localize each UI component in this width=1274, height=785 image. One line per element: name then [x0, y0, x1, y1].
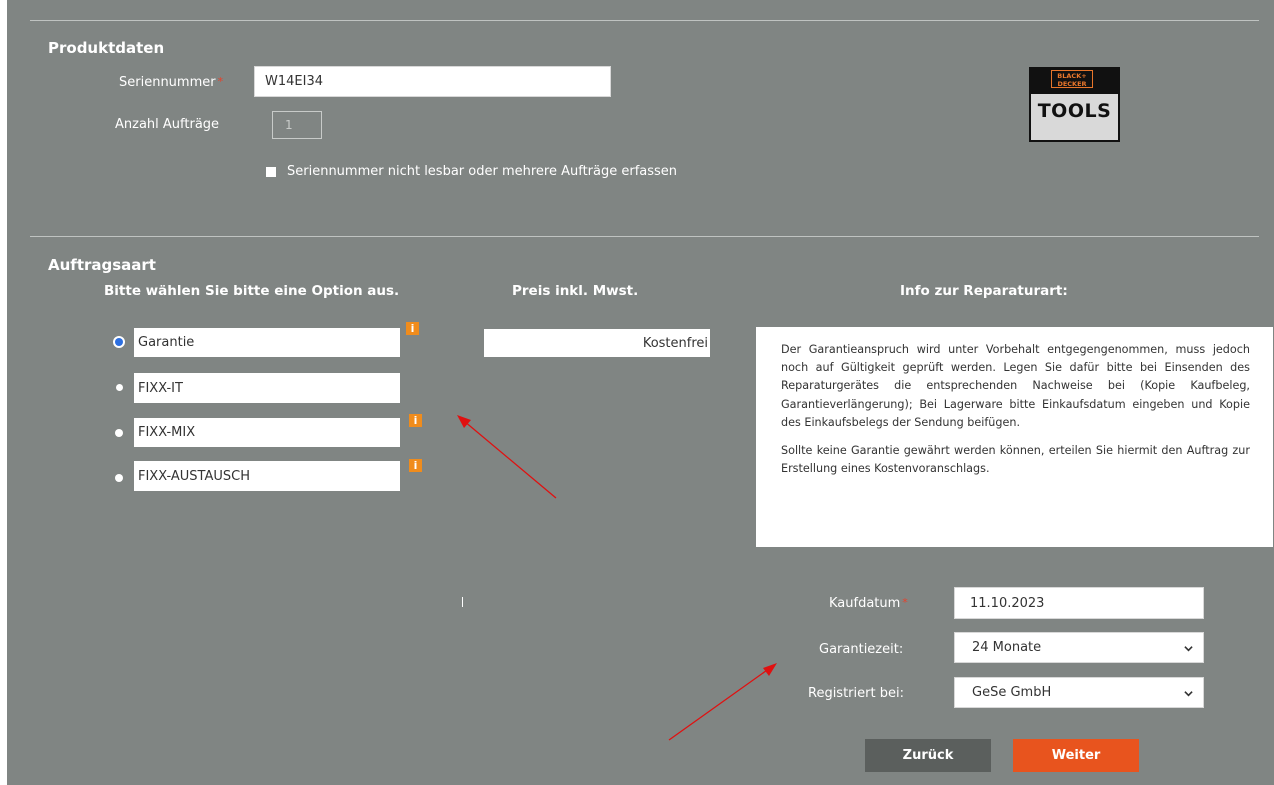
middle-divider	[30, 236, 1259, 237]
order-type-section-title: Auftragsaart	[48, 256, 156, 274]
options-heading: Bitte wählen Sie bitte eine Option aus.	[104, 283, 400, 299]
unreadable-serial-label[interactable]: Seriennummer nicht lesbar oder mehrere A…	[287, 164, 677, 179]
registered-label: Registriert bei:	[808, 686, 904, 701]
logo-brand-text: BLACK+ DECKER	[1051, 70, 1093, 88]
radio-fixx-austausch[interactable]	[115, 474, 123, 482]
info-icon[interactable]: i	[409, 459, 422, 472]
radio-fixx-mix[interactable]	[115, 429, 123, 437]
black-decker-tools-logo: BLACK+ DECKER TOOLS	[1029, 67, 1120, 142]
radio-garantie[interactable]	[113, 336, 125, 348]
option-fixx-mix[interactable]: FIXX-MIX	[134, 418, 400, 447]
warranty-select[interactable]: 24 Monate	[954, 632, 1204, 663]
info-icon[interactable]: i	[406, 322, 419, 335]
serial-label-text: Seriennummer	[119, 75, 216, 90]
required-mark: *	[902, 596, 908, 609]
orders-count-input: 1	[272, 111, 322, 139]
text-cursor	[462, 597, 463, 607]
option-fixx-austausch[interactable]: FIXX-AUSTAUSCH	[134, 461, 400, 491]
repair-type-info-box: Der Garantieanspruch wird unter Vorbehal…	[756, 327, 1273, 547]
unreadable-serial-checkbox[interactable]	[266, 167, 276, 177]
chevron-down-icon	[1184, 646, 1193, 652]
order-form-panel: Produktdaten Seriennummer * W14EI34 Anzah…	[7, 0, 1274, 785]
back-button[interactable]: Zurück	[865, 739, 991, 772]
info-paragraph: Der Garantieanspruch wird unter Vorbehal…	[781, 343, 1250, 429]
warranty-label: Garantiezeit:	[819, 642, 904, 657]
next-button[interactable]: Weiter	[1013, 739, 1139, 772]
option-fixx-it[interactable]: FIXX-IT	[134, 373, 400, 403]
purchase-date-label-text: Kaufdatum	[829, 596, 901, 611]
logo-tools-text: TOOLS	[1037, 100, 1112, 122]
chevron-down-icon	[1184, 691, 1193, 697]
info-paragraph: Sollte keine Garantie gewährt werden kön…	[781, 444, 1250, 476]
purchase-date-input[interactable]: 11.10.2023	[954, 587, 1204, 619]
price-heading: Preis inkl. Mwst.	[512, 283, 639, 299]
registered-select-value: GeSe GmbH	[972, 685, 1052, 700]
purchase-date-label: Kaufdatum *	[829, 596, 908, 611]
info-icon[interactable]: i	[409, 414, 422, 427]
price-field: Kostenfrei	[484, 329, 710, 357]
radio-fixx-it[interactable]	[116, 384, 123, 391]
required-mark: *	[217, 75, 224, 88]
info-heading: Info zur Reparaturart:	[900, 283, 1068, 299]
option-garantie[interactable]: Garantie	[134, 328, 400, 357]
orders-count-label: Anzahl Aufträge	[115, 117, 220, 132]
registered-select[interactable]: GeSe GmbH	[954, 677, 1204, 708]
warranty-select-value: 24 Monate	[972, 640, 1042, 655]
top-divider	[30, 20, 1259, 21]
serial-label: Seriennummer *	[119, 75, 223, 90]
serial-number-input[interactable]: W14EI34	[254, 66, 611, 97]
product-section-title: Produktdaten	[48, 39, 165, 57]
